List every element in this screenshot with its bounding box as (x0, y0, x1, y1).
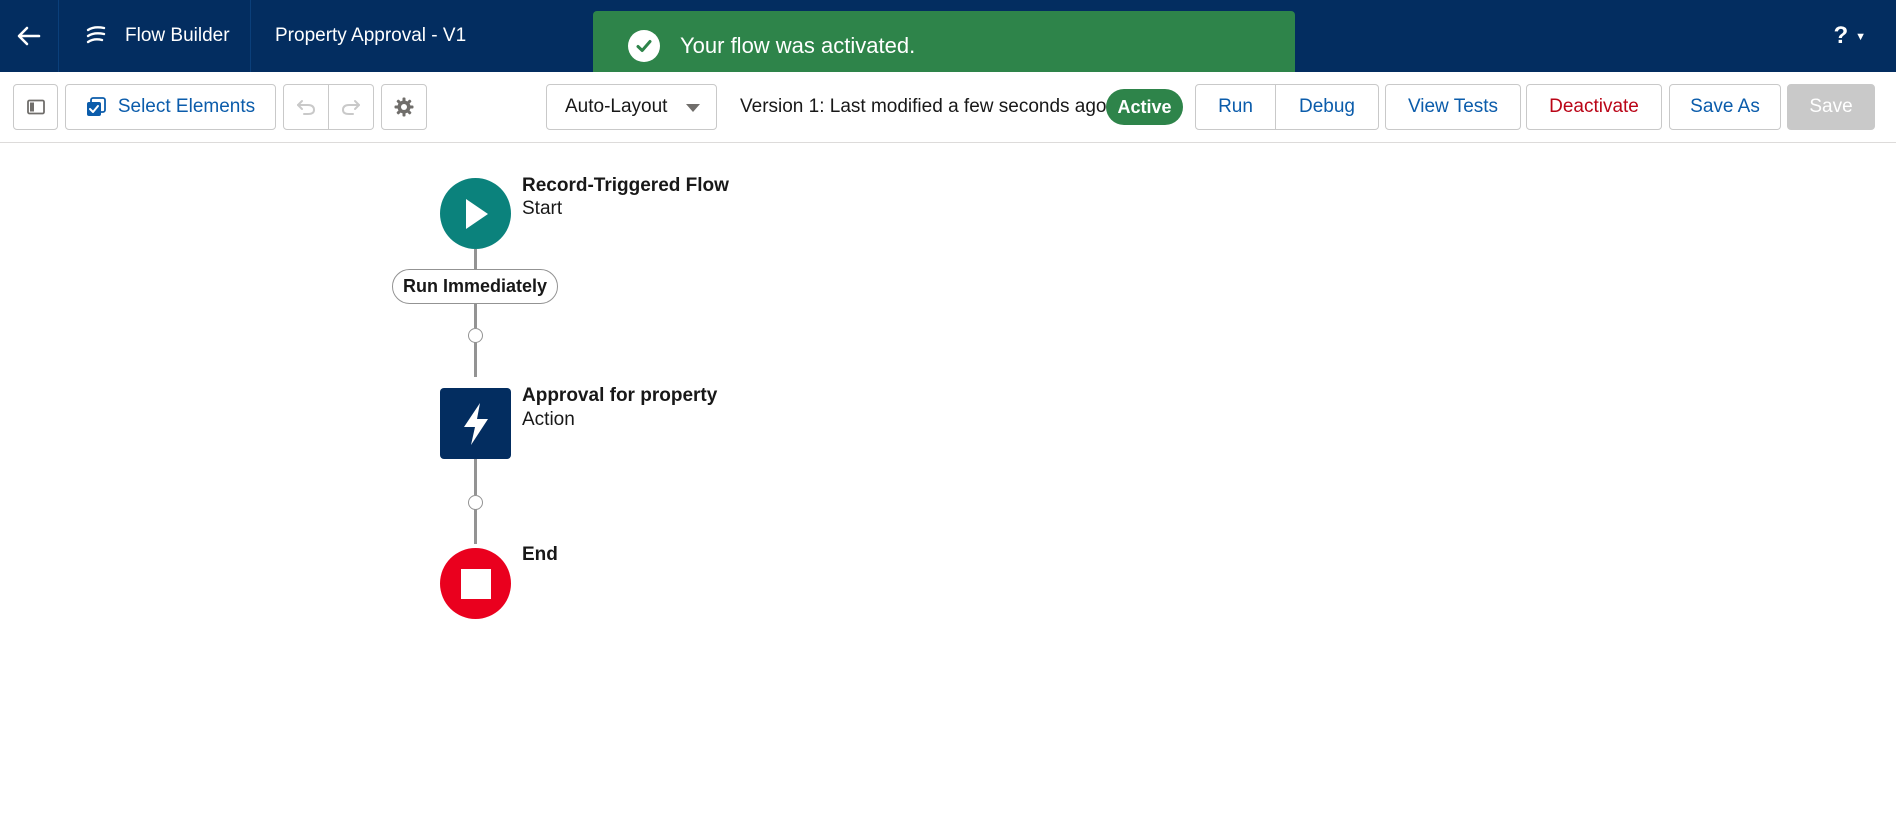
status-badge: Active (1106, 89, 1183, 125)
add-element-button[interactable] (468, 328, 483, 343)
redo-icon (341, 100, 360, 115)
connector-line (474, 304, 477, 328)
layout-select-value: Auto-Layout (565, 96, 668, 117)
start-node[interactable] (440, 178, 511, 249)
help-menu-button[interactable]: ? ▼ (1833, 0, 1866, 72)
start-node-title: Record-Triggered Flow (522, 175, 729, 196)
version-status-text: Version 1: Last modified a few seconds a… (740, 96, 1107, 117)
play-icon (465, 198, 488, 229)
help-icon: ? (1833, 22, 1849, 49)
save-button[interactable]: Save (1787, 84, 1875, 130)
add-element-button[interactable] (468, 495, 483, 510)
run-button[interactable]: Run (1195, 84, 1276, 130)
arrow-left-icon (17, 26, 41, 46)
end-node-title: End (522, 544, 558, 565)
settings-button[interactable] (381, 84, 427, 130)
action-node-subtitle: Action (522, 409, 575, 430)
success-toast: Your flow was activated. (593, 11, 1295, 81)
flow-title: Property Approval - V1 (275, 25, 467, 46)
undo-icon (297, 100, 316, 115)
flow-builder-logo-icon (83, 23, 109, 49)
check-icon (628, 30, 660, 62)
view-tests-button[interactable]: View Tests (1385, 84, 1521, 130)
save-as-button[interactable]: Save As (1669, 84, 1781, 130)
run-immediately-path-label[interactable]: Run Immediately (392, 269, 558, 304)
select-elements-button[interactable]: Select Elements (65, 84, 276, 130)
select-elements-label: Select Elements (117, 96, 256, 117)
lightning-icon (463, 402, 488, 445)
select-elements-icon (86, 97, 106, 117)
panel-icon (26, 99, 45, 115)
redo-button[interactable] (329, 84, 374, 130)
end-node[interactable] (440, 548, 511, 619)
app-title-area: Flow Builder (59, 0, 251, 72)
chevron-down-icon (686, 104, 700, 112)
layout-select[interactable]: Auto-Layout (546, 84, 717, 130)
toolbar: Select Elements Auto-Layout Version 1: L… (0, 72, 1896, 143)
start-node-subtitle: Start (522, 198, 563, 219)
action-node[interactable] (440, 388, 511, 459)
debug-button[interactable]: Debug (1276, 84, 1379, 130)
back-button[interactable] (0, 0, 59, 72)
app-name: Flow Builder (125, 25, 230, 46)
gear-icon (394, 97, 414, 117)
toggle-panel-button[interactable] (13, 84, 58, 130)
deactivate-button[interactable]: Deactivate (1526, 84, 1662, 130)
stop-icon (460, 568, 491, 599)
action-node-title: Approval for property (522, 385, 718, 406)
flow-canvas[interactable]: Record-Triggered Flow Start Run Immediat… (0, 143, 1896, 827)
undo-button[interactable] (283, 84, 329, 130)
connector-line (474, 459, 477, 495)
chevron-down-icon: ▼ (1855, 31, 1866, 43)
toast-message: Your flow was activated. (680, 33, 916, 58)
connector-line (474, 249, 477, 269)
connector-line (474, 342, 477, 377)
connector-line (474, 509, 477, 544)
